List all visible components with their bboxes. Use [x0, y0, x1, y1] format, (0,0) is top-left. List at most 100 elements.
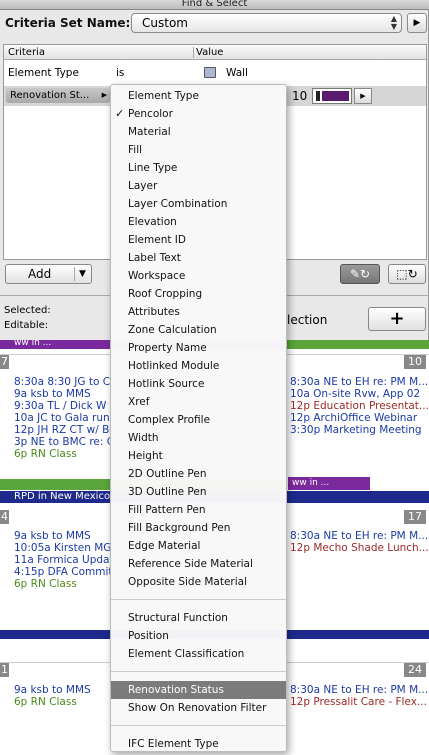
menu-item-fill-pattern-pen[interactable]: Fill Pattern Pen	[111, 501, 286, 519]
menu-item-hotlink-source[interactable]: Hotlink Source	[111, 375, 286, 393]
chevron-right-icon: ▶	[101, 91, 107, 99]
menu-item-label: Layer	[128, 180, 158, 192]
criteria-set-menu-button[interactable]: ▶	[407, 13, 427, 33]
calendar-event[interactable]: 8:30a NE to EH re: PM M...	[290, 376, 428, 388]
menu-item-label: Property Name	[128, 342, 207, 354]
event-banner[interactable]: ww in ...	[288, 477, 370, 490]
calendar-event[interactable]: 10a On-site Rvw, App 02	[290, 388, 428, 400]
menu-item-label: Workspace	[128, 270, 186, 282]
calendar-event[interactable]: 6p RN Class	[14, 696, 110, 708]
eyedropper-button[interactable]: ✎↻	[340, 264, 380, 284]
menu-item-element-type[interactable]: Element Type	[111, 87, 286, 105]
menu-separator	[111, 599, 286, 600]
calendar-event[interactable]: 12p Mecho Shade Lunch...	[290, 542, 428, 554]
menu-item-attributes[interactable]: Attributes	[111, 303, 286, 321]
dropdown-arrow-icon: ▼	[79, 269, 86, 279]
menu-item-property-name[interactable]: Property Name	[111, 339, 286, 357]
menu-item-material[interactable]: Material	[111, 123, 286, 141]
calendar-event[interactable]: 12p Pressalit Care - Flex...	[290, 696, 428, 708]
menu-item-element-classification[interactable]: Element Classification	[111, 645, 286, 663]
menu-item-hotlinked-module[interactable]: Hotlinked Module	[111, 357, 286, 375]
calendar-event[interactable]: 12p ArchiOffice Webinar	[290, 412, 428, 424]
add-button-label: Add	[28, 267, 52, 281]
menu-item-label: Position	[128, 630, 169, 642]
calendar-event[interactable]: 9a ksb to MMS	[14, 684, 110, 696]
calendar-event[interactable]: 3:30p Marketing Meeting	[290, 424, 428, 436]
calendar-event[interactable]: 12p Education Presentat...	[290, 400, 428, 412]
calendar-event[interactable]: 6p RN Class	[14, 448, 110, 460]
calendar-event[interactable]: 10a JC to Gala run t	[14, 412, 110, 424]
menu-item-label: Hotlinked Module	[128, 360, 220, 372]
marquee-button[interactable]: ⬚↻	[388, 264, 426, 284]
calendar-event[interactable]: 4:15p DFA Committ	[14, 566, 110, 578]
calendar-event[interactable]: 8:30a NE to EH re: PM M...	[290, 530, 428, 542]
wall-icon	[204, 67, 216, 78]
day-number[interactable]: 17	[404, 510, 426, 524]
calendar-event[interactable]: 8:30a NE to EH re: PM M...	[290, 684, 428, 696]
menu-item-width[interactable]: Width	[111, 429, 286, 447]
column-header-value[interactable]: Value	[196, 45, 223, 60]
calendar-event[interactable]: 10:05a Kirsten MGH	[14, 542, 110, 554]
day-number[interactable]: 10	[404, 355, 426, 369]
table-row[interactable]: Element Type is Wall	[4, 61, 426, 85]
pen-menu-button[interactable]: ▶	[354, 88, 372, 104]
calendar-event[interactable]: 3p NE to BMC re: Ca	[14, 436, 110, 448]
day-number[interactable]: 4	[0, 510, 9, 524]
menu-item-layer[interactable]: Layer	[111, 177, 286, 195]
menu-item-label: Element ID	[128, 234, 186, 246]
calendar-event[interactable]: 11a Formica Update	[14, 554, 110, 566]
criteria-popup[interactable]: Renovation St... ▶	[6, 88, 110, 103]
menu-item-label: Zone Calculation	[128, 324, 217, 336]
add-button[interactable]: Add ▼	[5, 264, 92, 284]
menu-item-workspace[interactable]: Workspace	[111, 267, 286, 285]
menu-item-label: Layer Combination	[128, 198, 228, 210]
calendar-event[interactable]: 9a ksb to MMS	[14, 388, 110, 400]
menu-item-line-type[interactable]: Line Type	[111, 159, 286, 177]
menu-item-label: Roof Cropping	[128, 288, 203, 300]
menu-item-fill-background-pen[interactable]: Fill Background Pen	[111, 519, 286, 537]
menu-item-reference-side-material[interactable]: Reference Side Material	[111, 555, 286, 573]
menu-item-ifc-element-type[interactable]: IFC Element Type	[111, 735, 286, 753]
day-number[interactable]: 24	[404, 663, 426, 677]
menu-item-label: Show On Renovation Filter	[128, 702, 267, 714]
criteria-set-dropdown[interactable]: Custom ▲ ▼	[131, 13, 402, 33]
add-to-selection-label: lection	[287, 313, 328, 327]
menu-item-label: Renovation Status	[128, 684, 224, 696]
title-bar[interactable]: Find & Select	[0, 0, 429, 10]
menu-item-renovation-status[interactable]: Renovation Status	[111, 681, 286, 699]
menu-item-fill[interactable]: Fill	[111, 141, 286, 159]
day-number[interactable]: 1	[0, 663, 9, 677]
menu-item-label: 3D Outline Pen	[128, 486, 207, 498]
menu-item-2d-outline-pen[interactable]: 2D Outline Pen	[111, 465, 286, 483]
menu-item-3d-outline-pen[interactable]: 3D Outline Pen	[111, 483, 286, 501]
row-operator: is	[116, 67, 125, 79]
menu-item-xref[interactable]: Xref	[111, 393, 286, 411]
calendar-event[interactable]: 6p RN Class	[14, 578, 110, 590]
menu-item-label: Reference Side Material	[128, 558, 253, 570]
menu-item-structural-function[interactable]: Structural Function	[111, 609, 286, 627]
menu-item-opposite-side-material[interactable]: Opposite Side Material	[111, 573, 286, 591]
menu-item-zone-calculation[interactable]: Zone Calculation	[111, 321, 286, 339]
menu-item-label: Structural Function	[128, 612, 228, 624]
column-header-criteria[interactable]: Criteria	[8, 45, 45, 60]
criteria-menu: Element Type Pencolor ✓ Material Fill Line Ty…	[110, 84, 287, 752]
menu-item-roof-cropping[interactable]: Roof Cropping	[111, 285, 286, 303]
menu-item-position[interactable]: Position	[111, 627, 286, 645]
menu-item-label-text[interactable]: Label Text	[111, 249, 286, 267]
pen-color-swatch[interactable]	[312, 88, 352, 104]
menu-item-height[interactable]: Height	[111, 447, 286, 465]
calendar-event[interactable]: 9a ksb to MMS	[14, 530, 110, 542]
day-number[interactable]: 7	[0, 355, 9, 369]
menu-item-show-on-renovation-filter[interactable]: Show On Renovation Filter	[111, 699, 286, 717]
menu-item-elevation[interactable]: Elevation	[111, 213, 286, 231]
calendar-event[interactable]: 8:30a 8:30 JG to Co	[14, 376, 110, 388]
plus-button[interactable]: +	[368, 307, 426, 331]
menu-item-complex-profile[interactable]: Complex Profile	[111, 411, 286, 429]
menu-item-layer-combination[interactable]: Layer Combination	[111, 195, 286, 213]
menu-item-element-id[interactable]: Element ID	[111, 231, 286, 249]
calendar-event[interactable]: 12p JH RZ CT w/ Be	[14, 424, 110, 436]
menu-item-edge-material[interactable]: Edge Material	[111, 537, 286, 555]
calendar-event[interactable]: 9:30a TL / Dick W 9	[14, 400, 110, 412]
eyedropper-icon: ✎↻	[349, 267, 371, 281]
menu-item-pencolor[interactable]: Pencolor ✓	[111, 105, 286, 123]
